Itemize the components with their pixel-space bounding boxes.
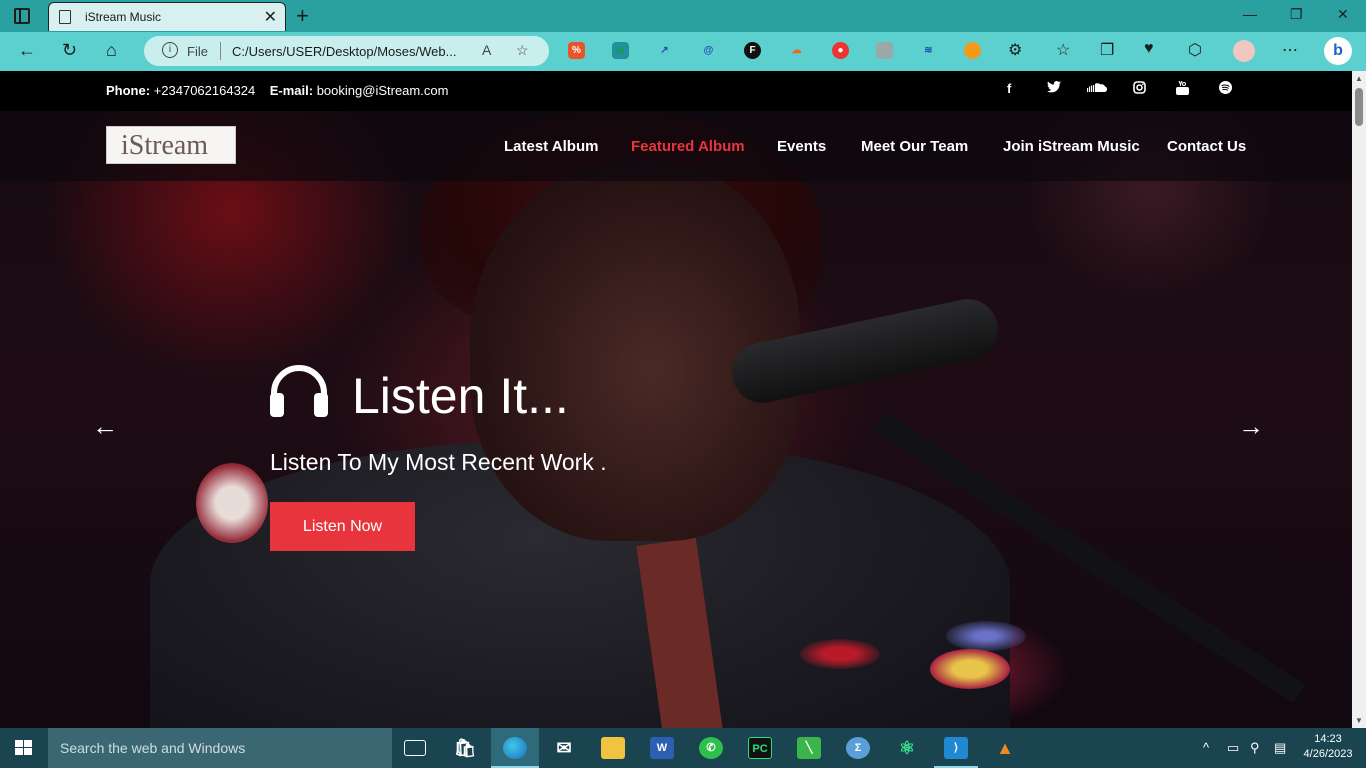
edge-browser-icon[interactable] [503,737,527,759]
scroll-down-icon[interactable]: ▼ [1355,716,1363,725]
extension-2-icon[interactable]: N [612,42,629,59]
back-arrow-icon[interactable]: ← [18,40,36,61]
extension-8-icon[interactable] [876,42,893,59]
tray-expand-icon[interactable]: ^ [1203,740,1209,755]
extension-1-icon[interactable]: % [568,42,585,59]
nav-events[interactable]: Events [777,138,826,155]
refresh-icon[interactable]: ↻ [62,40,77,61]
instagram-icon[interactable] [1133,81,1146,97]
site-info-icon[interactable]: i [162,42,178,58]
whatsapp-icon[interactable]: ✆ [699,737,723,759]
phone-label: Phone: [106,83,151,98]
nav-meet-our-team[interactable]: Meet Our Team [861,138,968,155]
scroll-up-icon[interactable]: ▲ [1355,74,1363,83]
read-aloud-icon[interactable]: A [482,42,491,58]
store-icon[interactable]: 🛍 [453,737,477,759]
address-scheme-label: File [187,44,208,59]
close-window-button[interactable]: ✕ [1337,6,1349,23]
logo-text: iStream [121,130,209,161]
nav-contact-us[interactable]: Contact Us [1167,138,1246,155]
address-url[interactable]: C:/Users/USER/Desktop/Moses/Web... [232,44,456,59]
address-bar[interactable]: i File C:/Users/USER/Desktop/Moses/Web..… [144,36,549,66]
email-label: E-mail: [269,83,314,98]
add-favorite-icon[interactable]: ☆ [516,42,529,59]
page-scrollbar[interactable]: ▲ ▼ [1352,71,1366,728]
hero-subtitle: Listen To My Most Recent Work . [270,449,607,475]
youtube-icon[interactable] [1176,80,1189,98]
profile-avatar[interactable] [1233,40,1255,62]
notifications-icon[interactable]: ▤ [1274,740,1286,756]
tab-title: iStream Music [85,10,162,24]
extension-4-icon[interactable]: @ [700,42,717,59]
phone-number: +2347062164324 [153,83,256,98]
workspaces-icon[interactable]: ⬡ [1188,40,1202,60]
soundcloud-icon[interactable] [1087,81,1107,96]
browser-tab-strip: iStream Music ✕ + — ❐ ✕ [0,0,1366,32]
extension-6-icon[interactable]: ☁ [788,42,805,59]
taskbar-search-box[interactable]: Search the web and Windows [48,728,392,768]
hero-photo-bokeh-light [930,649,1010,689]
maximize-button[interactable]: ❐ [1290,6,1303,23]
headphones-icon [270,365,328,417]
browser-toolbar: ← ↻ ⌂ i File C:/Users/USER/Desktop/Moses… [0,32,1366,71]
nav-featured-album[interactable]: Featured Album [631,138,745,155]
new-tab-button[interactable]: + [296,3,309,29]
facebook-icon[interactable]: f [1007,81,1011,96]
nav-latest-album[interactable]: Latest Album [504,138,598,155]
pycharm-icon[interactable]: PC [748,737,772,759]
site-logo[interactable]: iStream [106,126,236,164]
extension-10-icon[interactable] [964,42,981,59]
page-favicon-icon [59,10,71,24]
home-icon[interactable]: ⌂ [106,40,117,61]
collections-icon[interactable]: ❐ [1100,40,1114,60]
extension-3-icon[interactable]: ↗ [656,42,673,59]
clock-time: 14:23 [1314,733,1342,745]
carousel-next-arrow-icon[interactable]: → [1238,411,1264,442]
windows-start-icon[interactable] [15,740,33,756]
extension-7-icon[interactable]: ● [832,42,849,59]
spotify-icon[interactable] [1219,81,1232,97]
file-explorer-icon[interactable] [601,737,625,759]
hero-photo-bokeh-light [946,621,1026,651]
scrollbar-thumb[interactable] [1355,88,1363,126]
taskbar-search-placeholder: Search the web and Windows [60,740,246,756]
vlc-icon[interactable]: ▲ [993,737,1017,759]
main-navbar: iStream Latest Album Featured Album Even… [0,111,1352,181]
clock-date: 4/26/2023 [1303,748,1353,760]
windows-taskbar: Search the web and Windows 🛍 ✉ W ✆ PC ╲ … [0,728,1366,768]
contact-info: Phone: +2347062164324 E-mail: booking@iS… [106,83,448,98]
email-address: booking@iStream.com [316,83,449,98]
browser-tab[interactable]: iStream Music ✕ [48,2,286,31]
network-icon[interactable]: ⚲ [1250,740,1260,756]
listen-now-button[interactable]: Listen Now [270,502,415,551]
tab-actions-icon[interactable] [14,8,30,24]
bing-chat-icon[interactable]: b [1324,37,1352,65]
task-view-icon[interactable] [404,740,426,756]
vscode-icon[interactable]: ⟩ [944,737,968,759]
word-icon[interactable]: W [650,737,674,759]
more-options-icon[interactable]: ⋯ [1282,40,1298,60]
carousel-prev-arrow-icon[interactable]: ← [92,411,118,442]
hero-photo-bokeh-light [196,463,268,543]
tab-close-icon[interactable]: ✕ [264,7,277,27]
twitter-icon[interactable] [1047,81,1061,96]
mail-icon[interactable]: ✉ [552,737,576,759]
extensions-icon[interactable]: ⚙ [1008,40,1022,60]
minimize-button[interactable]: — [1243,6,1257,22]
battery-icon[interactable]: ▭ [1227,740,1239,756]
contact-bar: Phone: +2347062164324 E-mail: booking@iS… [0,71,1352,111]
calculator-app-icon[interactable]: Σ [846,737,870,759]
nav-join-istream-music[interactable]: Join iStream Music [1003,138,1140,155]
atom-icon[interactable]: ⚛ [895,737,919,759]
extension-9-icon[interactable]: ≋ [920,42,937,59]
favorites-icon[interactable]: ☆ [1056,40,1070,60]
browser-essentials-icon[interactable]: ♥ [1144,40,1154,58]
hero-title: Listen It... [352,368,569,424]
address-divider [220,42,221,60]
web-page: Phone: +2347062164324 E-mail: booking@iS… [0,71,1352,728]
hero-photo-bokeh-light [800,639,880,669]
taskbar-clock[interactable]: 14:23 4/26/2023 [1300,732,1356,762]
extension-5-icon[interactable]: F [744,42,761,59]
notes-app-icon[interactable]: ╲ [797,737,821,759]
